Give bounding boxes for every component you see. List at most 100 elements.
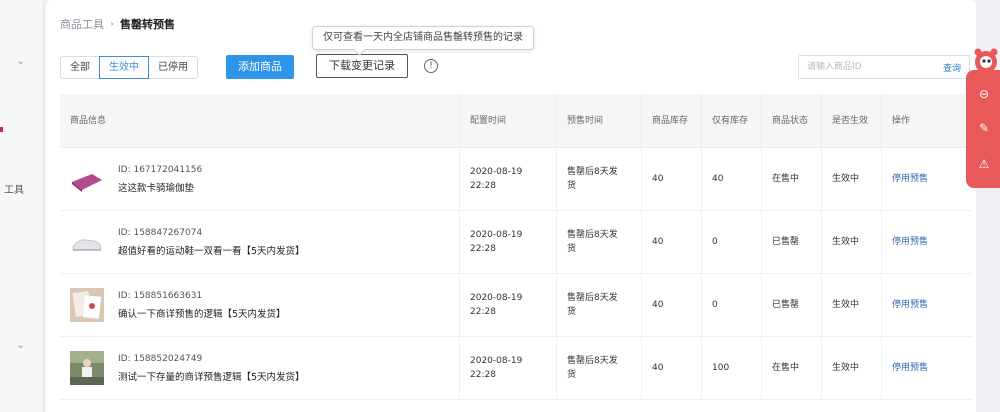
product-cell: ID: 158852024749 测试一下存量的商详预售逻辑【5天内发货】	[60, 337, 460, 399]
search-button[interactable]: 查询	[935, 61, 969, 74]
product-id: ID: 158847267074	[118, 227, 203, 238]
config-date: 2020-08-19	[470, 356, 523, 366]
table-row: ID: 158847267074 超值好看的运动鞋一双看一看【5天内发货】 20…	[60, 211, 972, 274]
presale-line1: 售罄后8天发	[567, 167, 618, 177]
effective-cell: 生效中	[822, 148, 882, 210]
warning-icon[interactable]: ⚠	[976, 156, 992, 172]
breadcrumb: 商品工具 › 售罄转预售	[60, 16, 175, 32]
presale-line2: 货	[567, 370, 577, 380]
presale-cell: 售罄后8天发货	[557, 211, 642, 273]
presale-cell: 售罄后8天发货	[557, 148, 642, 210]
stock-cell: 40	[642, 148, 702, 210]
status-cell: 已售罄	[762, 274, 822, 336]
sidebar-label[interactable]: 工具	[4, 181, 24, 196]
stock-cell: 40	[642, 211, 702, 273]
header-only-stock: 仅有库存	[702, 94, 762, 147]
config-date: 2020-08-19	[470, 230, 523, 240]
presale-line2: 货	[567, 244, 577, 254]
product-name[interactable]: 这这款卡骑瑜伽垫	[118, 182, 202, 196]
product-id: ID: 158852024749	[118, 353, 203, 364]
only-stock-cell: 40	[702, 148, 762, 210]
status-cell: 在售中	[762, 148, 822, 210]
presale-cell: 售罄后8天发货	[557, 337, 642, 399]
product-name[interactable]: 测试一下存量的商详预售逻辑【5天内发货】	[118, 371, 305, 385]
config-clock: 22:28	[470, 307, 496, 317]
disable-presale-link[interactable]: 停用预售	[892, 235, 928, 249]
breadcrumb-current: 售罄转预售	[120, 18, 175, 31]
breadcrumb-separator: ›	[110, 18, 114, 30]
table-row: ID: 158851663631 确认一下商详预售的逻辑【5天内发货】 2020…	[60, 274, 972, 337]
action-cell: 停用预售	[882, 148, 972, 210]
tab-disabled[interactable]: 已停用	[148, 56, 198, 79]
header-effective: 是否生效	[822, 94, 882, 147]
floating-toolbar: ⊖ ✎ ⚠	[966, 70, 1000, 188]
minus-circle-icon[interactable]: ⊖	[976, 86, 992, 102]
action-cell: 停用预售	[882, 211, 972, 273]
effective-cell: 生效中	[822, 274, 882, 336]
product-name[interactable]: 超值好看的运动鞋一双看一看【5天内发货】	[118, 245, 305, 259]
config-time-cell: 2020-08-19 22:28	[460, 337, 557, 399]
product-id: ID: 167172041156	[118, 164, 203, 175]
presale-line1: 售罄后8天发	[567, 356, 618, 366]
header-presale-time: 预售时间	[557, 94, 642, 147]
search-input[interactable]	[799, 56, 935, 78]
left-sidebar: ⌄ 工具 ⌄	[0, 0, 44, 412]
only-stock-cell: 100	[702, 337, 762, 399]
add-product-button[interactable]: 添加商品	[226, 55, 294, 79]
search-box: 查询	[798, 55, 970, 79]
header-action: 操作	[892, 115, 911, 126]
table-header: 商品信息 配置时间 预售时间 商品库存 仅有库存 商品状态 是否生效 操作	[60, 94, 972, 148]
presale-line2: 货	[567, 307, 577, 317]
product-thumbnail[interactable]	[70, 288, 104, 322]
info-icon[interactable]: !	[424, 59, 438, 73]
product-thumbnail[interactable]	[70, 351, 104, 385]
stock-cell: 40	[642, 337, 702, 399]
stock-cell: 40	[642, 274, 702, 336]
config-clock: 22:28	[470, 181, 496, 191]
action-cell: 停用预售	[882, 337, 972, 399]
breadcrumb-parent[interactable]: 商品工具	[60, 16, 104, 32]
disable-presale-link[interactable]: 停用预售	[892, 298, 928, 312]
config-clock: 22:28	[470, 370, 496, 380]
disable-presale-link[interactable]: 停用预售	[892, 172, 928, 186]
status-cell: 已售罄	[762, 211, 822, 273]
effective-cell: 生效中	[822, 211, 882, 273]
product-name[interactable]: 确认一下商详预售的逻辑【5天内发货】	[118, 308, 286, 322]
header-stock: 商品库存	[642, 94, 702, 147]
product-thumbnail[interactable]	[70, 162, 104, 196]
config-time-cell: 2020-08-19 22:28	[460, 211, 557, 273]
only-stock-cell: 0	[702, 211, 762, 273]
effective-cell: 生效中	[822, 337, 882, 399]
table-row: ID: 158852024749 测试一下存量的商详预售逻辑【5天内发货】 20…	[60, 337, 972, 400]
edit-icon[interactable]: ✎	[976, 120, 992, 136]
action-cell: 停用预售	[882, 274, 972, 336]
active-indicator	[0, 127, 3, 132]
tab-all[interactable]: 全部	[60, 56, 100, 79]
config-date: 2020-08-19	[470, 293, 523, 303]
presale-line1: 售罄后8天发	[567, 230, 618, 240]
presale-cell: 售罄后8天发货	[557, 274, 642, 336]
chevron-down-icon[interactable]: ⌄	[16, 338, 25, 351]
header-product-info: 商品信息	[60, 94, 460, 147]
table-row: ID: 167172041156 这这款卡骑瑜伽垫 2020-08-19 22:2…	[60, 148, 972, 211]
download-changelog-button[interactable]: 下载变更记录	[316, 54, 408, 78]
tab-active[interactable]: 生效中	[99, 56, 149, 79]
product-cell: ID: 167172041156 这这款卡骑瑜伽垫	[60, 148, 460, 210]
product-cell: ID: 158851663631 确认一下商详预售的逻辑【5天内发货】	[60, 274, 460, 336]
header-status: 商品状态	[762, 94, 822, 147]
main-panel: 商品工具 › 售罄转预售 全部 生效中 已停用 添加商品 下载变更记录 ! 仅可…	[46, 0, 976, 412]
disable-presale-link[interactable]: 停用预售	[892, 361, 928, 375]
tooltip: 仅可查看一天内全店铺商品售罄转预售的记录	[312, 26, 534, 50]
product-thumbnail[interactable]	[70, 225, 104, 259]
presale-line1: 售罄后8天发	[567, 293, 618, 303]
product-id: ID: 158851663631	[118, 290, 203, 301]
chevron-down-icon[interactable]: ⌄	[16, 54, 25, 67]
config-date: 2020-08-19	[470, 167, 523, 177]
product-table: 商品信息 配置时间 预售时间 商品库存 仅有库存 商品状态 是否生效 操作 ID…	[60, 94, 972, 400]
only-stock-cell: 0	[702, 274, 762, 336]
config-time-cell: 2020-08-19 22:28	[460, 274, 557, 336]
status-cell: 在售中	[762, 337, 822, 399]
header-config-time: 配置时间	[460, 94, 557, 147]
config-clock: 22:28	[470, 244, 496, 254]
presale-line2: 货	[567, 181, 577, 191]
